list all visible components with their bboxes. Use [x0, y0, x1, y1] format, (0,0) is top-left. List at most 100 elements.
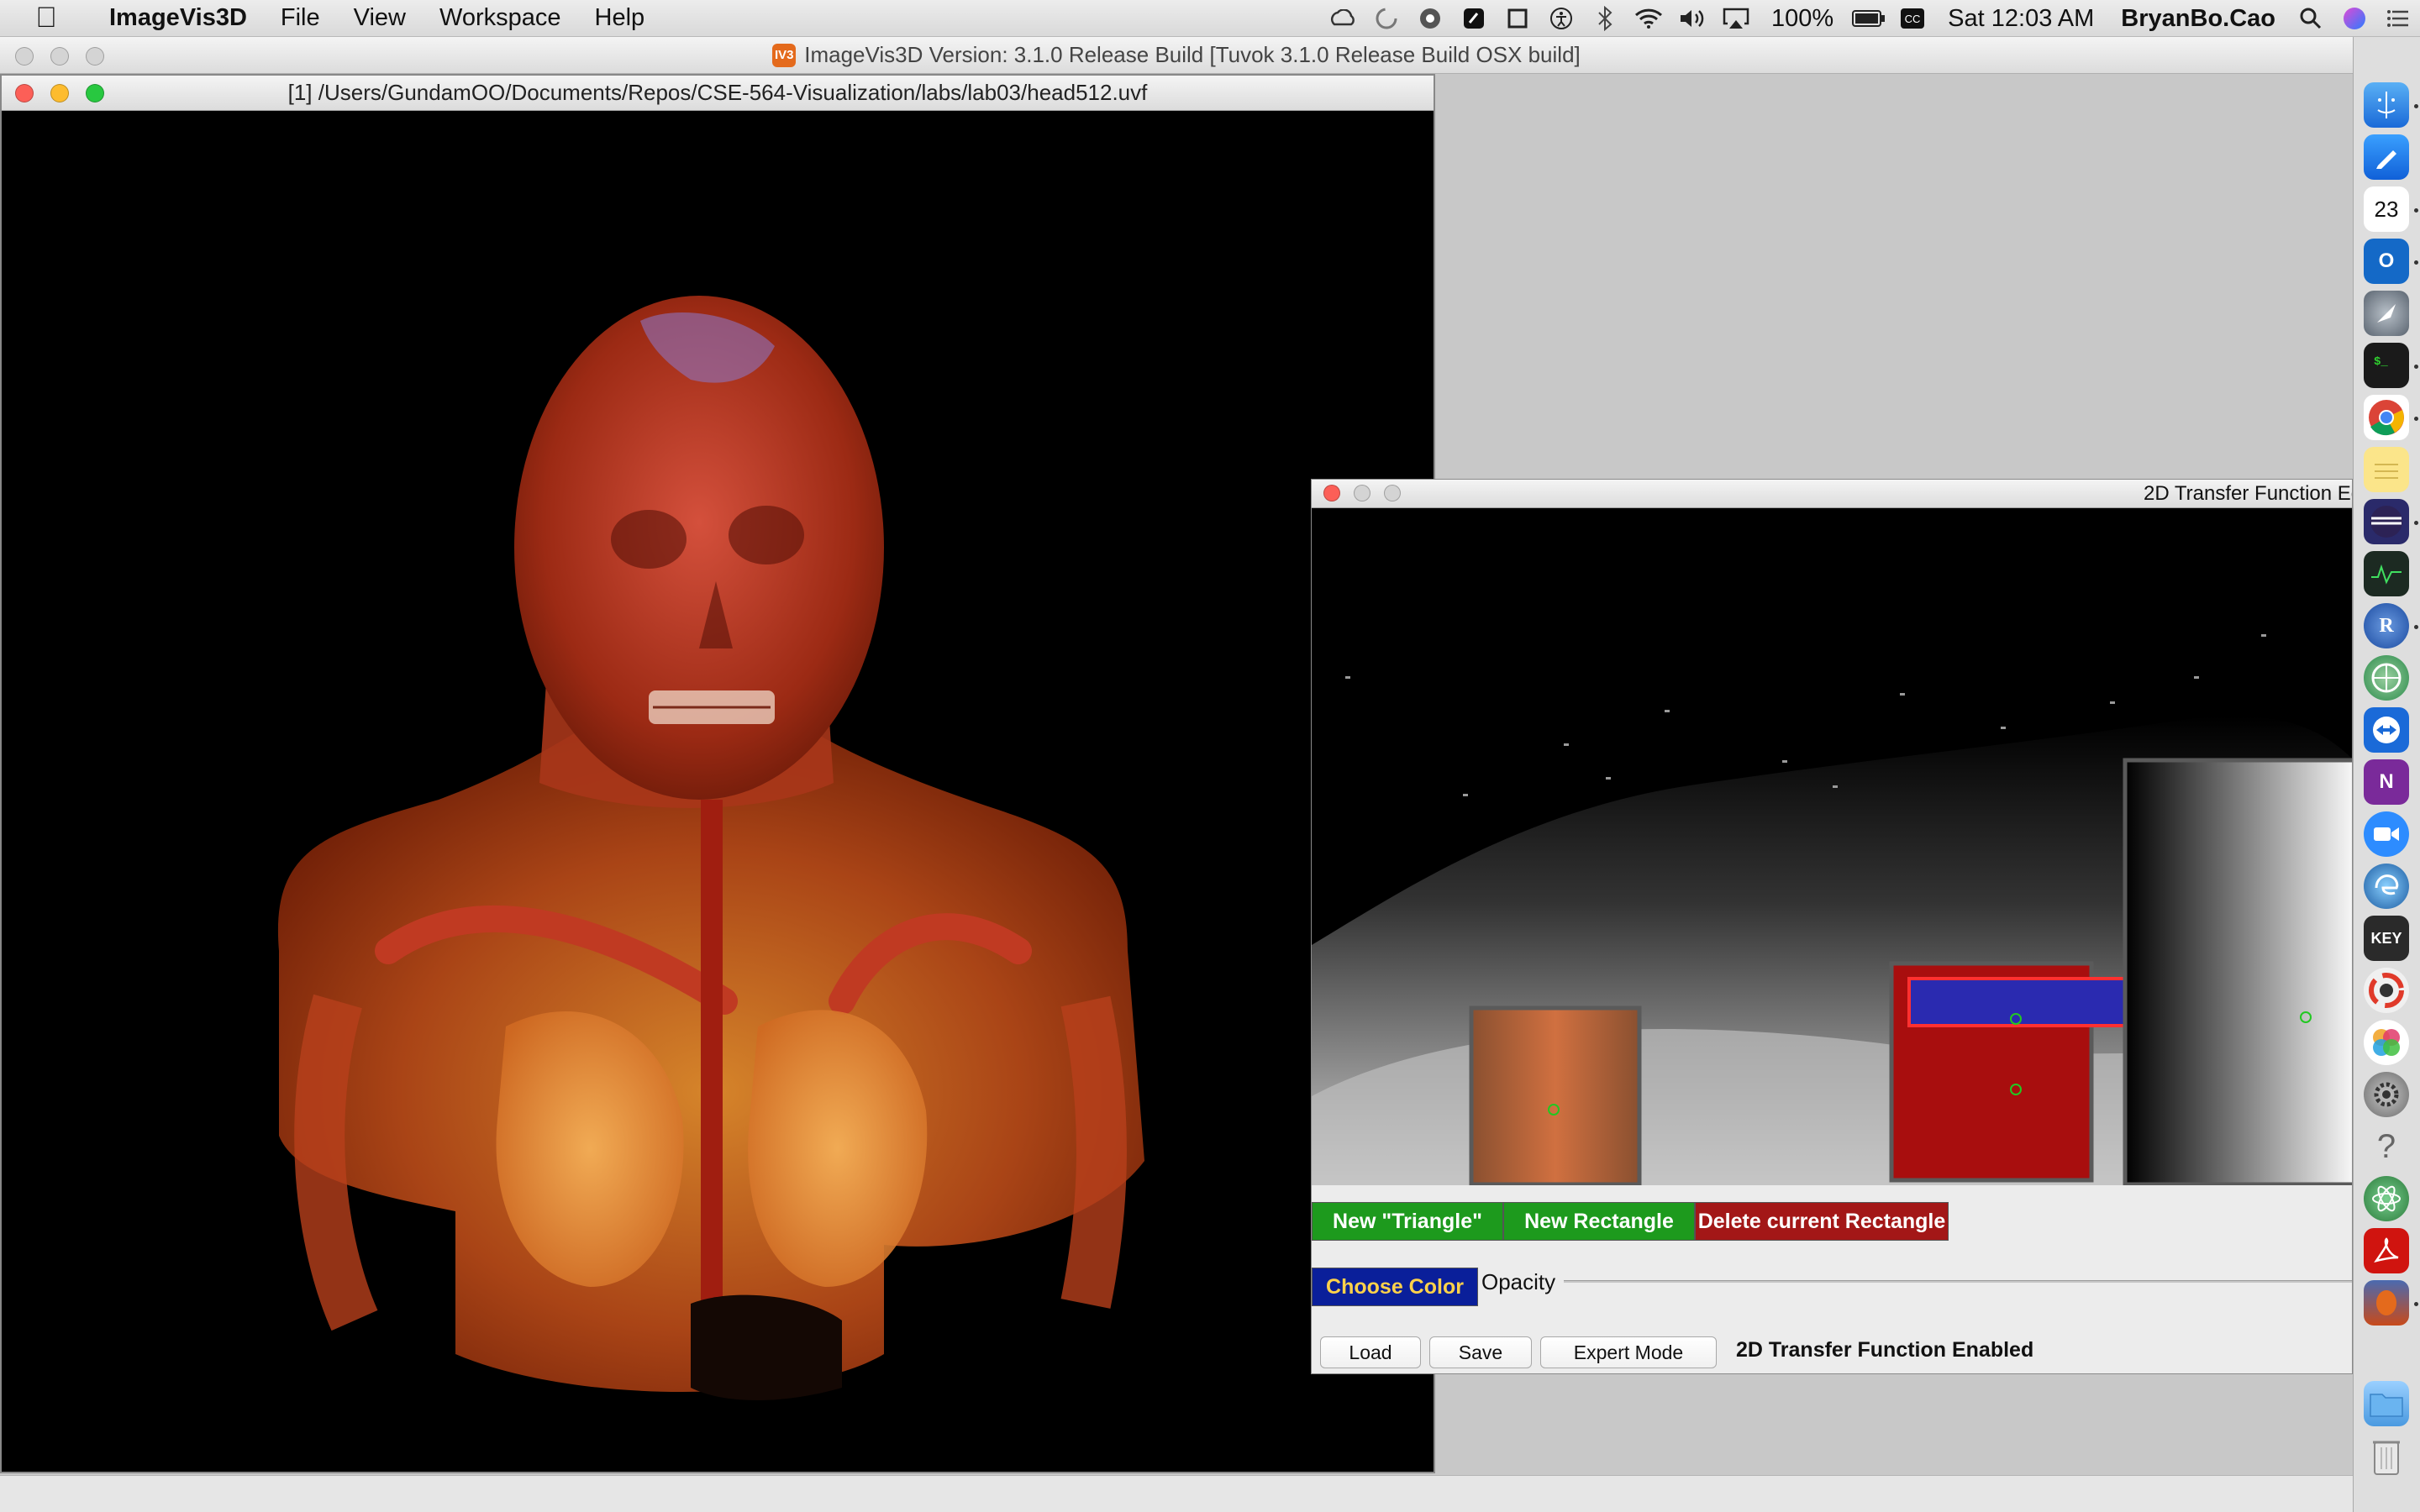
volume-render-view[interactable] — [2, 111, 1434, 1472]
outlook-icon[interactable]: O — [2364, 239, 2409, 284]
pencil-app-icon[interactable] — [2364, 134, 2409, 180]
teamviewer-icon[interactable] — [2364, 707, 2409, 753]
cc-icon[interactable]: CC — [1896, 0, 1929, 37]
onenote-label: N — [2379, 770, 2394, 793]
browser-icon[interactable] — [2364, 655, 2409, 701]
menu-app-name[interactable]: ImageVis3D — [92, 4, 264, 32]
trash-icon[interactable] — [2364, 1433, 2409, 1478]
opacity-slider[interactable] — [1564, 1280, 2352, 1283]
menu-workspace[interactable]: Workspace — [423, 4, 578, 32]
running-indicator — [2414, 260, 2418, 265]
photos-icon[interactable] — [2364, 1020, 2409, 1065]
search-icon[interactable] — [2294, 0, 2328, 37]
imagevis-icon[interactable] — [2364, 1280, 2409, 1326]
chrome-status-icon[interactable] — [1413, 0, 1447, 37]
system-preferences-icon[interactable] — [2364, 1072, 2409, 1117]
running-indicator — [2414, 365, 2418, 369]
finder-icon[interactable] — [2364, 82, 2409, 128]
running-indicator — [2414, 1302, 2418, 1306]
new-triangle-button[interactable]: New "Triangle" — [1312, 1202, 1503, 1241]
clock[interactable]: Sat 12:03 AM — [1934, 5, 2107, 33]
save-button[interactable]: Save — [1429, 1336, 1532, 1368]
running-indicator — [2414, 625, 2418, 629]
volume-icon[interactable] — [1676, 0, 1709, 37]
render-window-title: [1] /Users/GundamOO/Documents/Repos/CSE-… — [287, 80, 1148, 105]
r-label: R — [2379, 614, 2394, 637]
close-button[interactable] — [15, 47, 34, 66]
new-rectangle-button[interactable]: New Rectangle — [1503, 1202, 1695, 1241]
window-icon[interactable] — [1501, 0, 1534, 37]
opacity-label: Opacity — [1481, 1269, 1556, 1294]
expert-mode-button[interactable]: Expert Mode — [1540, 1336, 1717, 1368]
render-window: [1] /Users/GundamOO/Documents/Repos/CSE-… — [0, 74, 1435, 1473]
load-button[interactable]: Load — [1320, 1336, 1421, 1368]
edge-icon[interactable] — [2364, 864, 2409, 909]
r-icon[interactable]: R — [2364, 603, 2409, 648]
zoom-button[interactable] — [86, 84, 104, 102]
app-window-title: ImageVis3D Version: 3.1.0 Release Build … — [804, 42, 1581, 67]
onenote-icon[interactable]: N — [2364, 759, 2409, 805]
bluetooth-icon[interactable] — [1588, 0, 1622, 37]
svg-text:CC: CC — [1905, 13, 1921, 25]
keynote-icon[interactable]: KEY — [2364, 916, 2409, 961]
app-logo-icon: IV3 — [772, 43, 797, 67]
tf-window-controls — [1323, 485, 1401, 501]
battery-percentage: 100% — [1771, 4, 1834, 32]
minimize-button[interactable] — [1354, 485, 1370, 501]
close-button[interactable] — [15, 84, 34, 102]
delete-rectangle-button[interactable]: Delete current Rectangle — [1695, 1202, 1949, 1241]
minimize-button[interactable] — [50, 47, 69, 66]
launchpad-icon[interactable] — [2364, 291, 2409, 336]
tf-window-title: 2D Transfer Function Ed — [2144, 482, 2353, 505]
calendar-icon[interactable]: 23 — [2364, 186, 2409, 232]
help-icon[interactable]: ? — [2364, 1124, 2409, 1169]
render-titlebar: [1] /Users/GundamOO/Documents/Repos/CSE-… — [2, 76, 1434, 111]
menu-bar:  ImageVis3D File View Workspace Help — [0, 0, 2420, 37]
battery-icon[interactable] — [1852, 0, 1886, 37]
running-indicator — [2414, 521, 2418, 525]
siri-icon[interactable] — [2338, 0, 2371, 37]
creative-cloud-icon[interactable] — [1326, 0, 1360, 37]
svg-text:$_: $_ — [2374, 355, 2388, 369]
atom-icon[interactable] — [2364, 1176, 2409, 1221]
zoom-icon[interactable] — [2364, 811, 2409, 857]
wifi-icon[interactable] — [1632, 0, 1665, 37]
minimize-button[interactable] — [50, 84, 69, 102]
accessibility-icon[interactable] — [1544, 0, 1578, 37]
keynote-label: KEY — [2370, 929, 2402, 947]
running-indicator — [2414, 208, 2418, 213]
running-indicator — [2414, 417, 2418, 421]
render-window-controls — [15, 84, 104, 102]
notification-center-icon[interactable] — [2381, 0, 2415, 37]
menu-help[interactable]: Help — [578, 4, 662, 32]
notes-icon[interactable] — [2364, 447, 2409, 492]
volume-rendering-image[interactable] — [2, 111, 1434, 1472]
zoom-button[interactable] — [1384, 485, 1401, 501]
eclipse-icon[interactable] — [2364, 499, 2409, 544]
close-button[interactable] — [1323, 485, 1340, 501]
menu-file[interactable]: File — [264, 4, 337, 32]
tf-status-text: 2D Transfer Function Enabled — [1736, 1338, 2034, 1362]
dock: 23 O $_ R N KEY ? — [2353, 37, 2420, 1512]
chrome-icon[interactable] — [2364, 395, 2409, 440]
calendar-day: 23 — [2374, 196, 2399, 222]
app-titlebar: IV3 ImageVis3D Version: 3.1.0 Release Bu… — [0, 37, 2353, 74]
airplay-icon[interactable] — [1719, 0, 1753, 37]
pen-icon[interactable] — [1457, 0, 1491, 37]
zoom-button[interactable] — [86, 47, 104, 66]
tf-histogram-svg[interactable] — [1312, 508, 2353, 1187]
daisydisk-icon[interactable] — [2364, 968, 2409, 1013]
choose-color-button[interactable]: Choose Color — [1312, 1268, 1478, 1306]
terminal-icon[interactable]: $_ — [2364, 343, 2409, 388]
menu-view[interactable]: View — [337, 4, 423, 32]
activity-monitor-icon[interactable] — [2364, 551, 2409, 596]
user-name[interactable]: BryanBo.Cao — [2107, 5, 2289, 33]
outlook-label: O — [2378, 249, 2395, 272]
apple-menu-icon[interactable]:  — [0, 2, 92, 34]
running-indicator — [2414, 104, 2418, 108]
tf-histogram-canvas[interactable] — [1312, 508, 2353, 1187]
acrobat-icon[interactable] — [2364, 1228, 2409, 1273]
transfer-function-editor: 2D Transfer Function Ed New "Triangle" N… — [1311, 479, 2353, 1374]
folder-icon[interactable] — [2364, 1381, 2409, 1426]
activity-icon[interactable] — [1370, 0, 1403, 37]
